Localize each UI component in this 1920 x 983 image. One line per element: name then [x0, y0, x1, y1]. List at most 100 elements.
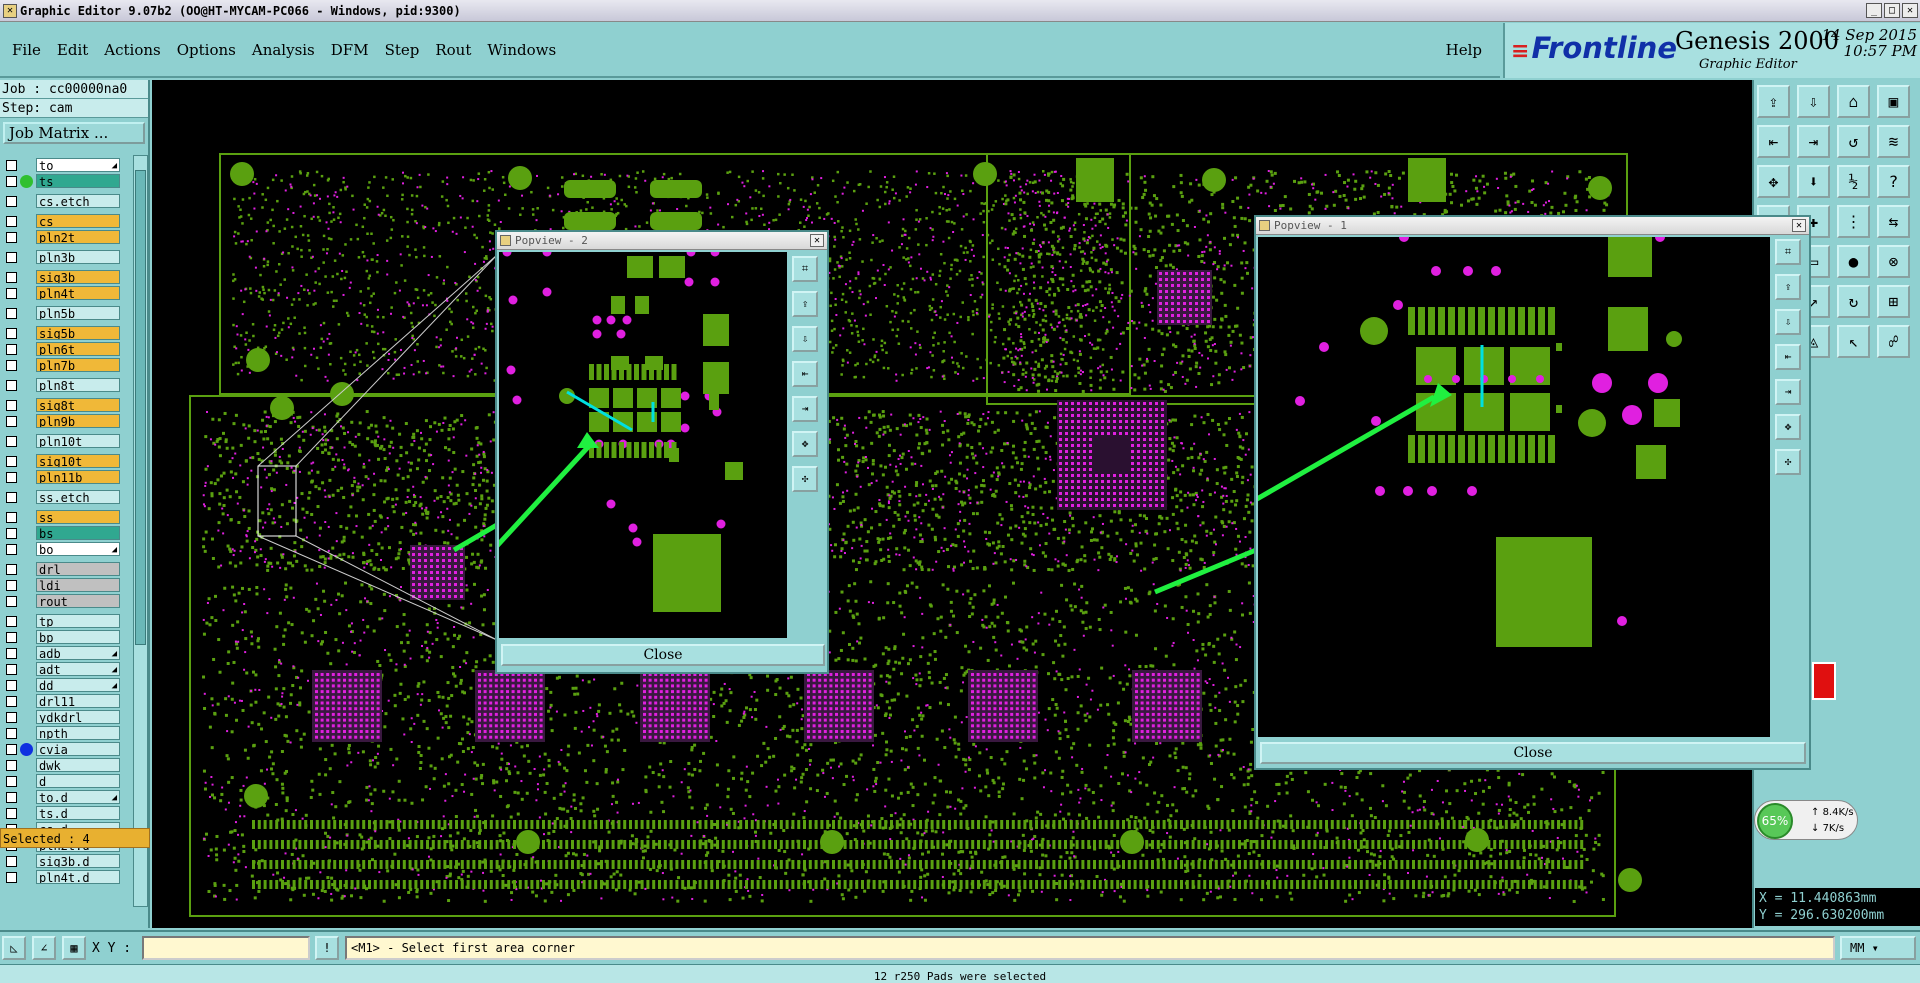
layer-color-dot[interactable] [20, 471, 33, 484]
menu-edit[interactable]: Edit [57, 41, 88, 59]
layer-name[interactable]: sig3b.d [36, 854, 120, 868]
popview-2-close-x[interactable]: ✕ [810, 234, 824, 247]
layer-name[interactable]: tp [36, 614, 120, 628]
undo-icon[interactable]: ↺ [1837, 125, 1870, 158]
popview-1-titlebar[interactable]: Popview - 1 ✕ [1256, 217, 1809, 235]
menu-dfm[interactable]: DFM [331, 41, 369, 59]
layer-row-sig8t[interactable]: sig8t [2, 397, 122, 413]
layer-color-dot[interactable] [20, 775, 33, 788]
layer-color-dot[interactable] [20, 679, 33, 692]
layer-name[interactable]: adb ◢ [36, 646, 120, 660]
layer-checkbox[interactable] [6, 663, 17, 675]
zoom-in-icon[interactable]: ⬇ [1797, 165, 1830, 198]
popview-tool-1-icon[interactable]: ⇪ [1775, 274, 1801, 300]
popview-tool-0-icon[interactable]: ⌗ [1775, 239, 1801, 265]
layer-name[interactable]: drl [36, 562, 120, 576]
popview-tool-4-icon[interactable]: ⇥ [1775, 379, 1801, 405]
layer-name[interactable]: pln7b [36, 358, 120, 372]
layer-row-pln11b[interactable]: pln11b [2, 469, 122, 485]
layer-color-dot[interactable] [20, 491, 33, 504]
layers-icon[interactable]: ≋ [1877, 125, 1910, 158]
layer-name[interactable]: pln2t [36, 230, 120, 244]
snap-icon[interactable]: ◺ [2, 936, 26, 960]
layer-name[interactable]: cs [36, 214, 120, 228]
layer-color-dot[interactable] [20, 663, 33, 676]
layer-row-bp[interactable]: bp [2, 629, 122, 645]
layer-checkbox[interactable] [6, 871, 17, 883]
layer-name[interactable]: sig5b [36, 326, 120, 340]
layer-checkbox[interactable] [6, 711, 17, 723]
layer-name[interactable]: sig3b [36, 270, 120, 284]
layer-checkbox[interactable] [6, 195, 17, 207]
layer-color-dot[interactable] [20, 791, 33, 804]
layer-row-drl[interactable]: drl [2, 561, 122, 577]
layer-row-sig5b[interactable]: sig5b [2, 325, 122, 341]
layer-color-dot[interactable] [20, 435, 33, 448]
layer-name[interactable]: adt ◢ [36, 662, 120, 676]
layer-row-tp[interactable]: tp [2, 613, 122, 629]
layer-row-pln3b[interactable]: pln3b [2, 249, 122, 265]
layer-name[interactable]: ts [36, 174, 120, 188]
layer-color-dot[interactable] [20, 615, 33, 628]
layer-row-ts.d[interactable]: ts.d [2, 805, 122, 821]
popview-tool-5-icon[interactable]: ✥ [792, 431, 818, 457]
layer-name[interactable]: npth [36, 726, 120, 740]
layer-color-dot[interactable] [20, 159, 33, 172]
open-icon[interactable]: ⇪ [1757, 85, 1790, 118]
layer-color-dot[interactable] [20, 727, 33, 740]
menu-options[interactable]: Options [177, 41, 236, 59]
layer-row-d[interactable]: d [2, 773, 122, 789]
layer-name[interactable]: pln4t [36, 286, 120, 300]
layer-color-dot[interactable] [20, 631, 33, 644]
layer-name[interactable]: rout [36, 594, 120, 608]
layer-checkbox[interactable] [6, 455, 17, 467]
layer-name[interactable]: ydkdrl [36, 710, 120, 724]
layer-row-bo[interactable]: bo ◢ [2, 541, 122, 557]
layer-row-pln8t[interactable]: pln8t [2, 377, 122, 393]
alert-icon[interactable]: ! [315, 936, 339, 960]
swap-icon[interactable]: ⇆ [1877, 205, 1910, 238]
measure-icon[interactable]: ∠ [32, 936, 56, 960]
grid2-icon[interactable]: ⊞ [1877, 285, 1910, 318]
layer-name[interactable]: ldi [36, 578, 120, 592]
layer-checkbox[interactable] [6, 271, 17, 283]
popview-tool-2-icon[interactable]: ⇩ [1775, 309, 1801, 335]
layer-name[interactable]: cs.etch [36, 194, 120, 208]
link-icon[interactable]: ☍ [1877, 325, 1910, 358]
layer-name[interactable]: cvia [36, 742, 120, 756]
layer-checkbox[interactable] [6, 791, 17, 803]
next-icon[interactable]: ⇥ [1797, 125, 1830, 158]
layer-color-dot[interactable] [20, 195, 33, 208]
layer-name[interactable]: drl11 [36, 694, 120, 708]
layer-row-to.d[interactable]: to.d ◢ [2, 789, 122, 805]
layer-color-dot[interactable] [20, 563, 33, 576]
layer-row-pln4t[interactable]: pln4t [2, 285, 122, 301]
layer-color-dot[interactable] [20, 807, 33, 820]
layer-color-dot[interactable] [20, 511, 33, 524]
dots-icon[interactable]: ⋮ [1837, 205, 1870, 238]
layer-color-dot[interactable] [20, 343, 33, 356]
popview-2-titlebar[interactable]: Popview - 2 ✕ [497, 232, 827, 250]
layer-name[interactable]: pln8t [36, 378, 120, 392]
layer-name[interactable]: bp [36, 630, 120, 644]
circle-icon[interactable]: ● [1837, 245, 1870, 278]
layer-checkbox[interactable] [6, 579, 17, 591]
layer-row-pln10t[interactable]: pln10t [2, 433, 122, 449]
cross-icon[interactable]: ⊗ [1877, 245, 1910, 278]
popview-2-view[interactable] [499, 252, 787, 638]
layer-color-dot[interactable] [20, 595, 33, 608]
layer-name[interactable]: pln4t.d [36, 870, 120, 884]
layer-name[interactable]: pln5b [36, 306, 120, 320]
layer-name[interactable]: bo ◢ [36, 542, 120, 556]
layer-row-drl11[interactable]: drl11 [2, 693, 122, 709]
layer-checkbox[interactable] [6, 679, 17, 691]
layer-color-dot[interactable] [20, 231, 33, 244]
layer-checkbox[interactable] [6, 287, 17, 299]
half-icon[interactable]: ½ [1837, 165, 1870, 198]
layer-checkbox[interactable] [6, 527, 17, 539]
popview-1-window[interactable]: Popview - 1 ✕ ⌗ ⇪ ⇩ ⇤ ⇥ ✥ ✣ Close [1254, 215, 1811, 770]
layer-color-dot[interactable] [20, 455, 33, 468]
layer-checkbox[interactable] [6, 695, 17, 707]
close-window-button[interactable]: ✕ [1902, 3, 1918, 18]
menu-help[interactable]: Help [1446, 41, 1482, 59]
